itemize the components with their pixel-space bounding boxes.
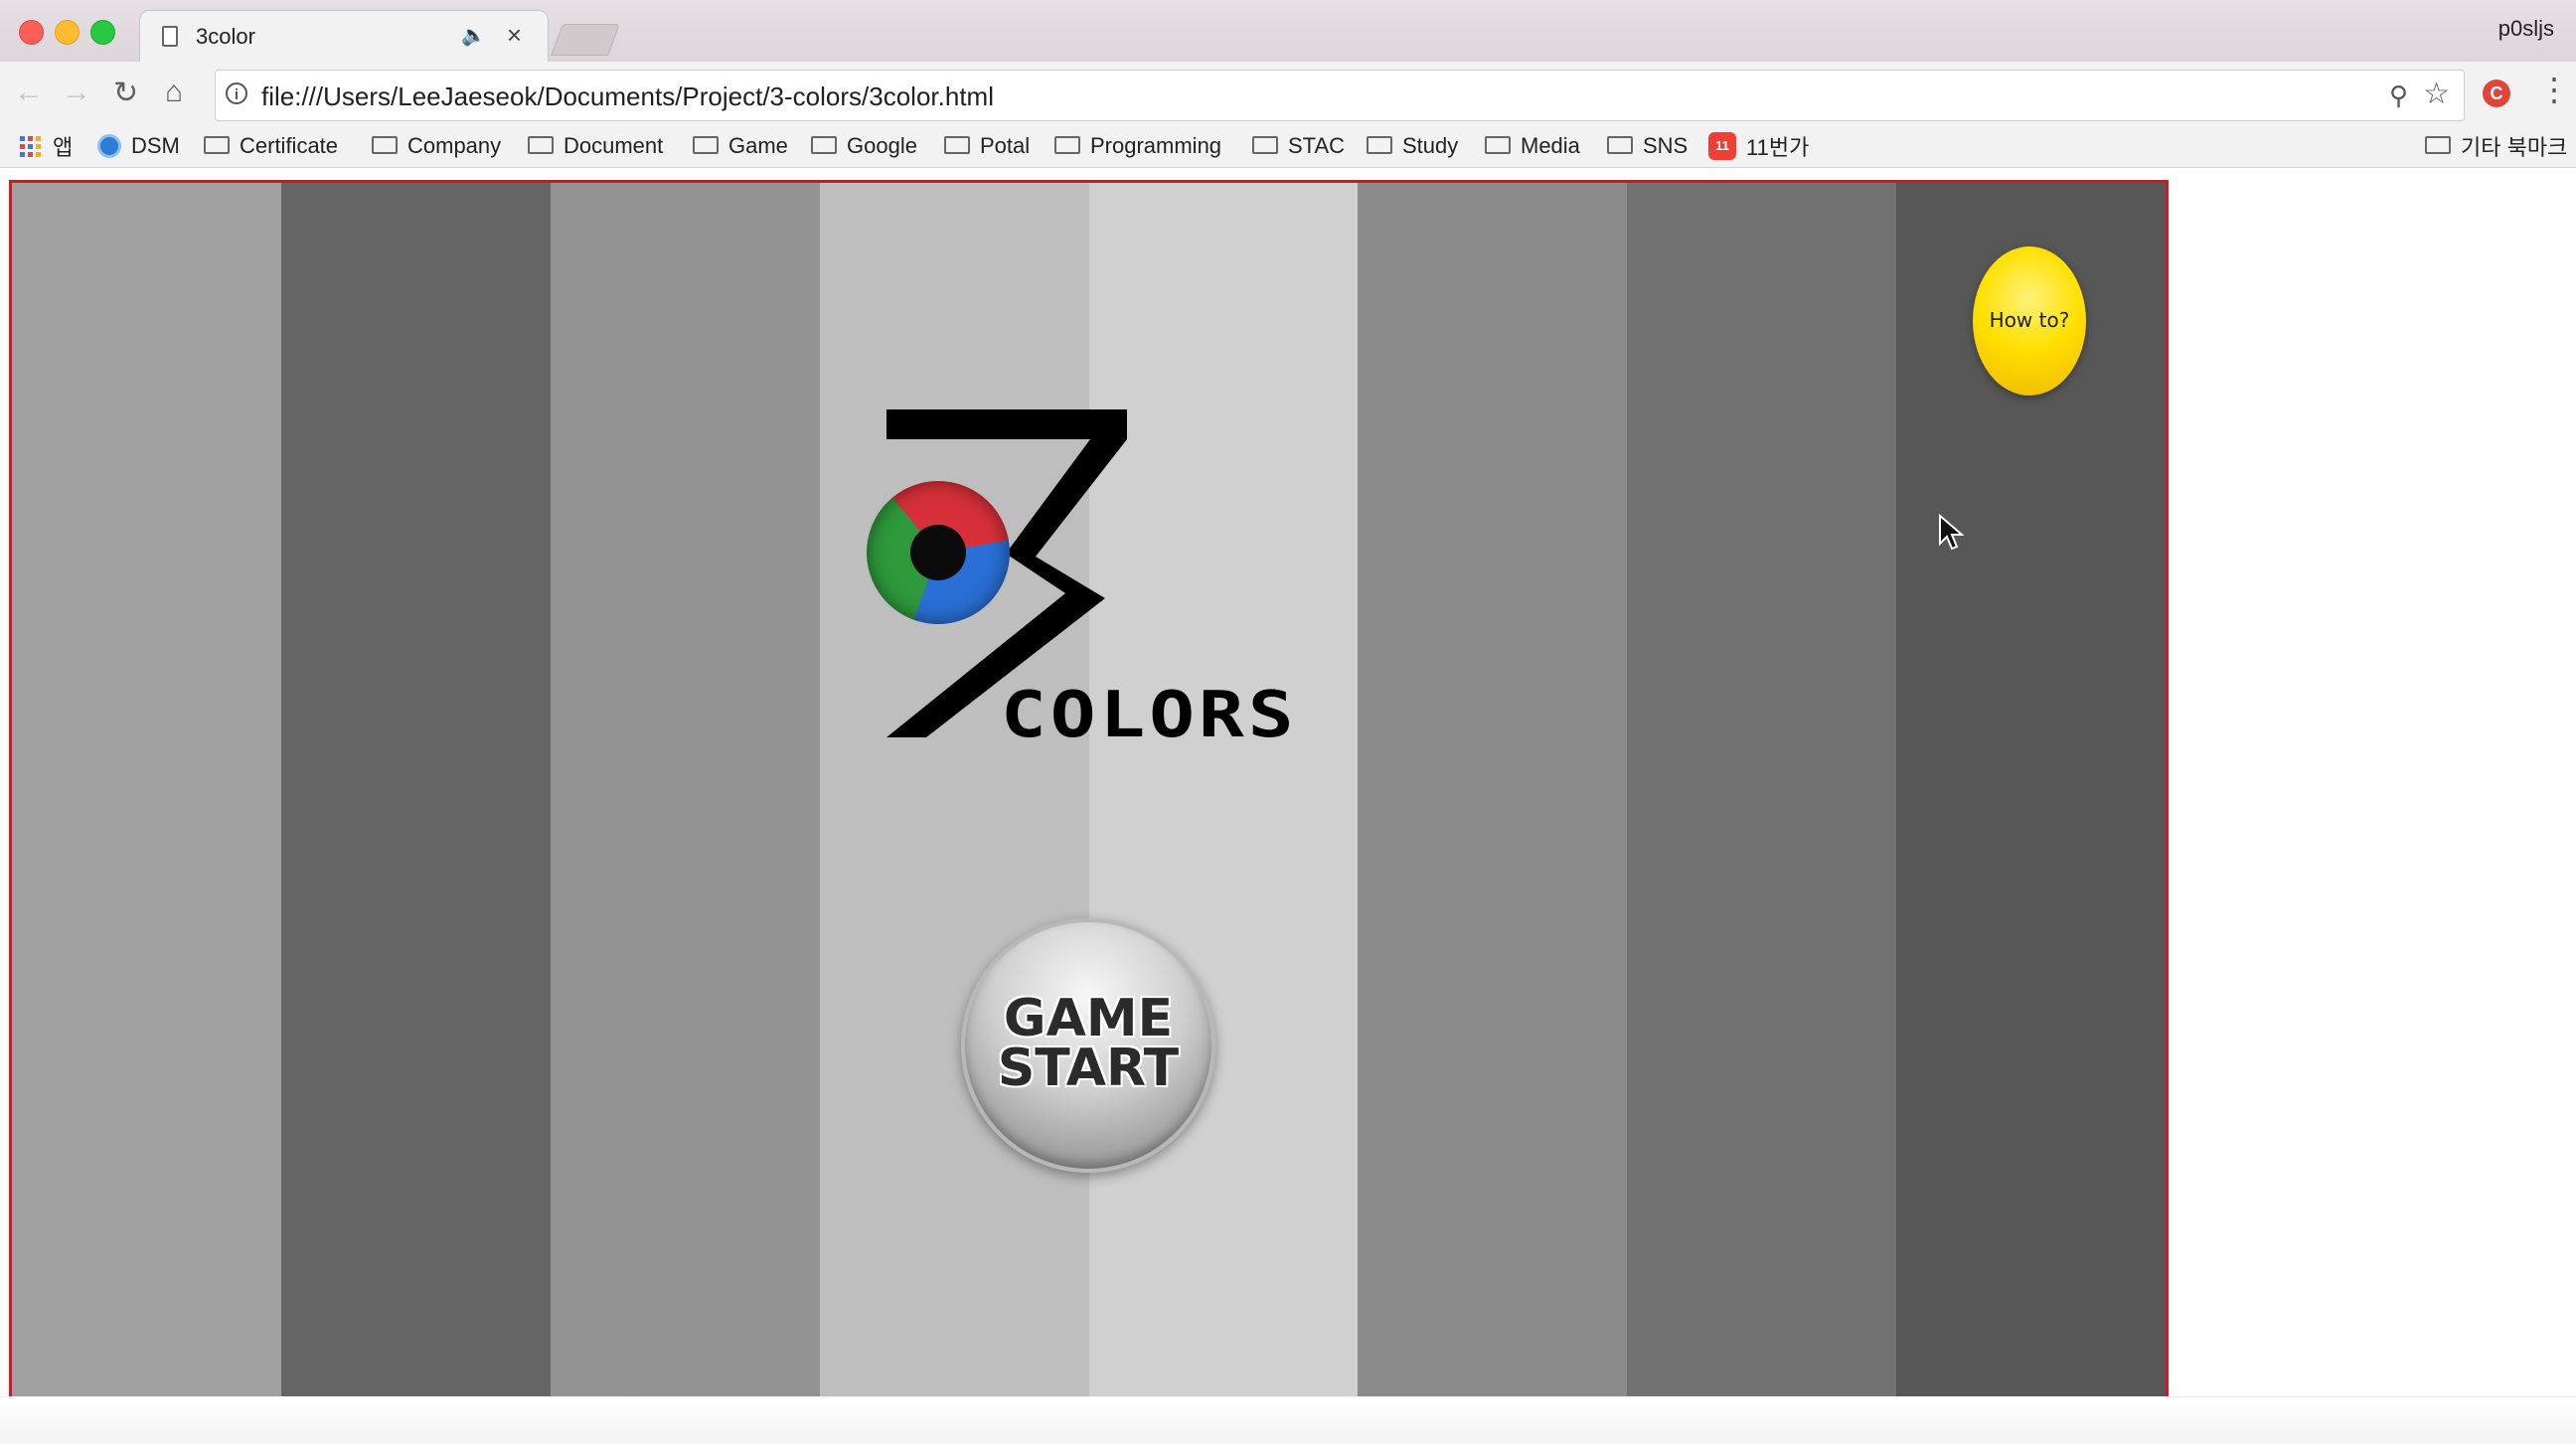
background-stripe [12,183,281,1396]
bookmark-label: Potal [980,133,1031,158]
profile-name[interactable]: p0sljs [2498,16,2554,42]
folder-icon [1252,136,1278,154]
bookmark-label: Certificate [240,133,339,158]
info-icon[interactable]: i [226,82,247,104]
folder-icon [204,136,230,154]
folder-icon [811,136,837,154]
logo-word: COLORS [1001,676,1298,752]
dsm-icon [97,134,121,158]
bookmark-label: DSM [131,133,180,158]
bookmark-certificate[interactable]: Certificate [204,129,338,163]
extension-icon[interactable]: C [2483,80,2510,107]
bookmark-sns[interactable]: SNS [1607,129,1688,163]
back-arrow-icon[interactable]: ← [14,76,44,109]
zoom-window-button[interactable] [90,20,115,45]
folder-icon [1485,136,1511,154]
browser-tab-active[interactable]: 3color 🔈 × [139,10,549,63]
bookmark-other[interactable]: 기타 북마크 [2425,129,2567,163]
bookmark-label: Programming [1090,133,1222,158]
bookmark-study[interactable]: Study [1367,129,1458,163]
game-canvas[interactable]: COLORS How to? GAME START [9,180,2169,1399]
bookmark-dsm[interactable]: DSM [97,129,180,163]
document-icon [162,26,178,47]
reload-icon[interactable]: ↻ [113,76,138,110]
close-window-button[interactable] [19,20,44,45]
bookmark-programming[interactable]: Programming [1054,129,1221,163]
folder-icon [1367,136,1392,154]
minimize-window-button[interactable] [55,20,80,45]
home-icon[interactable]: ⌂ [165,76,183,109]
folder-icon [1607,136,1633,154]
folder-icon [1054,136,1080,154]
bookmark-label: Document [564,133,664,158]
bookmarks-bar: 앱 DSM Certificate Company Document Game … [0,127,2576,168]
address-bar[interactable]: i file:///Users/LeeJaeseok/Documents/Pro… [215,70,2465,121]
bookmark-label: Study [1402,133,1459,158]
bookmark-label: Company [407,133,502,158]
tab-close-button[interactable]: × [507,20,522,51]
zoom-magnifier-icon[interactable]: ⚲ [2389,80,2408,111]
bookmark-label: 기타 북마크 [2461,135,2568,160]
bookmark-label: 11번가 [1746,135,1810,160]
bookmark-star-icon[interactable]: ☆ [2423,77,2450,111]
window-bottom-edge [0,1396,2576,1444]
11st-icon: 11 [1708,132,1736,160]
folder-icon [2425,136,2451,154]
bookmark-google[interactable]: Google [811,129,917,163]
bookmark-document[interactable]: Document [528,129,663,163]
browser-toolbar: ← → ↻ ⌂ i file:///Users/LeeJaeseok/Docum… [0,62,2576,127]
bookmark-media[interactable]: Media [1485,129,1580,163]
bookmark-company[interactable]: Company [372,129,501,163]
bookmark-label: SNS [1643,133,1689,158]
menu-dots-icon[interactable]: ⋮ [2538,74,2570,105]
bookmark-apps[interactable]: 앱 [20,129,73,163]
forward-arrow-icon[interactable]: → [62,76,91,109]
bookmark-label: 앱 [53,135,74,160]
new-tab-button[interactable] [551,24,620,56]
background-stripe [1358,183,1628,1396]
folder-icon [372,136,398,154]
speaker-icon[interactable]: 🔈 [461,23,486,48]
bookmark-label: Google [847,133,917,158]
background-stripe [1627,183,1897,1396]
tab-title: 3color [196,24,255,49]
how-to-label: How to? [1989,308,2070,332]
window-title-bar: 3color 🔈 × p0sljs [0,0,2576,63]
bookmark-label: Media [1521,133,1580,158]
bookmark-stac[interactable]: STAC [1252,129,1345,163]
folder-icon [528,136,554,154]
pupil-icon [910,525,966,580]
game-start-button[interactable]: GAME START [961,918,1215,1173]
background-stripe [550,183,820,1396]
bookmark-11st[interactable]: 11 11번가 [1708,129,1809,163]
bookmark-label: STAC [1288,133,1346,158]
apps-icon [20,135,41,157]
how-to-button[interactable]: How to? [1973,246,2086,396]
url-text[interactable]: file:///Users/LeeJaeseok/Documents/Proje… [261,81,994,112]
background-stripe [819,183,1089,1396]
mouse-cursor-icon [1939,514,1964,551]
background-stripe [280,183,551,1396]
folder-icon [693,136,719,154]
bookmark-label: Game [728,133,788,158]
game-start-label: GAME START [997,989,1180,1098]
bookmark-potal[interactable]: Potal [944,129,1030,163]
bookmark-game[interactable]: Game [693,129,788,163]
folder-icon [944,136,970,154]
background-stripe [1088,183,1359,1396]
